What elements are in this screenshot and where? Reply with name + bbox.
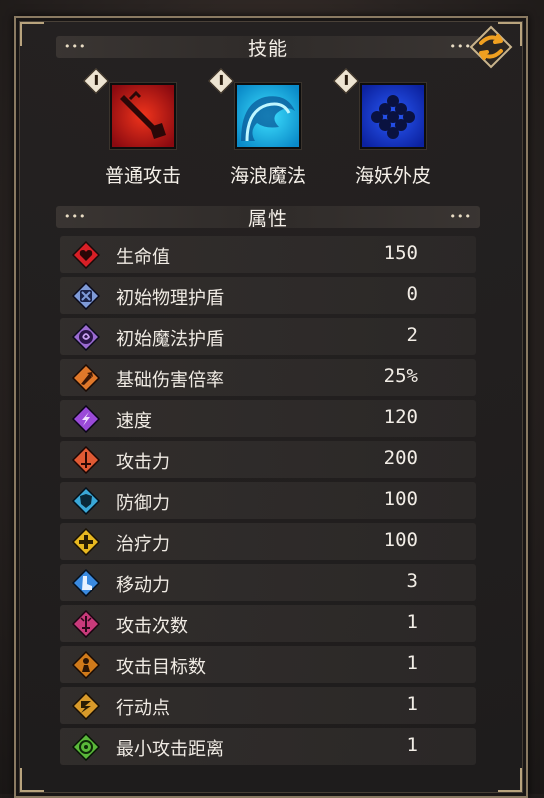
skills-title: 技能 <box>247 37 288 60</box>
stat-label: 速度 <box>116 411 152 432</box>
move-icon <box>72 569 100 597</box>
skills-row: 普通攻击 海浪魔法 海妖外皮 <box>0 68 544 190</box>
stat-row-physical-shield: 初始物理护盾 0 <box>60 277 476 314</box>
stat-label: 攻击目标数 <box>116 657 206 678</box>
heal-icon <box>72 528 100 556</box>
swap-button[interactable] <box>468 24 514 70</box>
damage-multiplier-icon <box>72 364 100 392</box>
stat-label: 治疗力 <box>116 534 170 555</box>
stat-row-hp: 生命值 150 <box>60 236 476 273</box>
stat-value: 1 <box>406 611 418 633</box>
heart-icon <box>72 241 100 269</box>
magic-shield-icon <box>72 323 100 351</box>
skill-normal-attack[interactable]: 普通攻击 <box>83 68 193 188</box>
speed-icon <box>72 405 100 433</box>
stat-value: 25% <box>383 365 418 387</box>
stat-label: 最小攻击距离 <box>116 739 224 760</box>
stat-value: 1 <box>406 734 418 756</box>
stat-label: 生命值 <box>116 247 170 268</box>
stat-row-attack: 攻击力 200 <box>60 441 476 478</box>
skill-name: 海妖外皮 <box>354 165 431 187</box>
stat-row-min-range: 最小攻击距离 1 <box>60 728 476 765</box>
defense-icon <box>72 487 100 515</box>
corner-ornament <box>498 768 522 792</box>
skill-icon-frame <box>235 83 301 149</box>
dots-left: ••• <box>64 210 87 223</box>
corner-ornament <box>20 22 44 46</box>
skill-name: 海浪魔法 <box>229 165 306 187</box>
stat-row-target-count: 攻击目标数 1 <box>60 646 476 683</box>
min-range-icon <box>72 733 100 761</box>
stat-row-speed: 速度 120 <box>60 400 476 437</box>
stat-label: 初始物理护盾 <box>116 288 224 309</box>
physical-shield-icon <box>72 282 100 310</box>
dots-left: ••• <box>64 40 87 53</box>
corner-ornament <box>20 768 44 792</box>
stat-value: 100 <box>383 488 418 510</box>
swap-arrows-icon <box>469 25 513 69</box>
stat-label: 行动点 <box>116 698 170 719</box>
stat-value: 3 <box>406 570 418 592</box>
skill-icon-frame <box>110 83 176 149</box>
stat-row-action-point: 行动点 1 <box>60 687 476 724</box>
stat-row-magic-shield: 初始魔法护盾 2 <box>60 318 476 355</box>
skill-wave-magic[interactable]: 海浪魔法 <box>208 68 318 188</box>
stat-label: 基础伤害倍率 <box>116 370 224 391</box>
stat-value: 120 <box>383 406 418 428</box>
stat-row-damage-multiplier: 基础伤害倍率 25% <box>60 359 476 396</box>
stat-value: 150 <box>383 242 418 264</box>
stat-row-attack-count: 攻击次数 1 <box>60 605 476 642</box>
stat-label: 防御力 <box>116 493 170 514</box>
attributes-header: ••• 属性 ••• <box>56 206 480 230</box>
stat-label: 攻击力 <box>116 452 170 473</box>
attributes-title: 属性 <box>247 207 288 230</box>
stat-row-defense: 防御力 100 <box>60 482 476 519</box>
stat-value: 200 <box>383 447 418 469</box>
attack-icon <box>72 446 100 474</box>
stat-value: 1 <box>406 693 418 715</box>
stat-value: 1 <box>406 652 418 674</box>
target-count-icon <box>72 651 100 679</box>
stat-value: 2 <box>406 324 418 346</box>
stat-value: 100 <box>383 529 418 551</box>
stat-label: 移动力 <box>116 575 170 596</box>
dots-right: ••• <box>449 210 472 223</box>
attack-count-icon <box>72 610 100 638</box>
skills-header: ••• 技能 ••• <box>56 36 480 60</box>
stat-label: 初始魔法护盾 <box>116 329 224 350</box>
attribute-list: 生命值 150 初始物理护盾 0 初始魔法护盾 2 基础伤害倍率 25% 速度 … <box>60 236 476 769</box>
stat-value: 0 <box>406 283 418 305</box>
action-point-icon <box>72 692 100 720</box>
stat-label: 攻击次数 <box>116 616 188 637</box>
stat-row-heal: 治疗力 100 <box>60 523 476 560</box>
stat-row-move: 移动力 3 <box>60 564 476 601</box>
skill-name: 普通攻击 <box>104 165 181 187</box>
skill-icon-frame <box>360 83 426 149</box>
skill-siren-scales[interactable]: 海妖外皮 <box>333 68 443 188</box>
